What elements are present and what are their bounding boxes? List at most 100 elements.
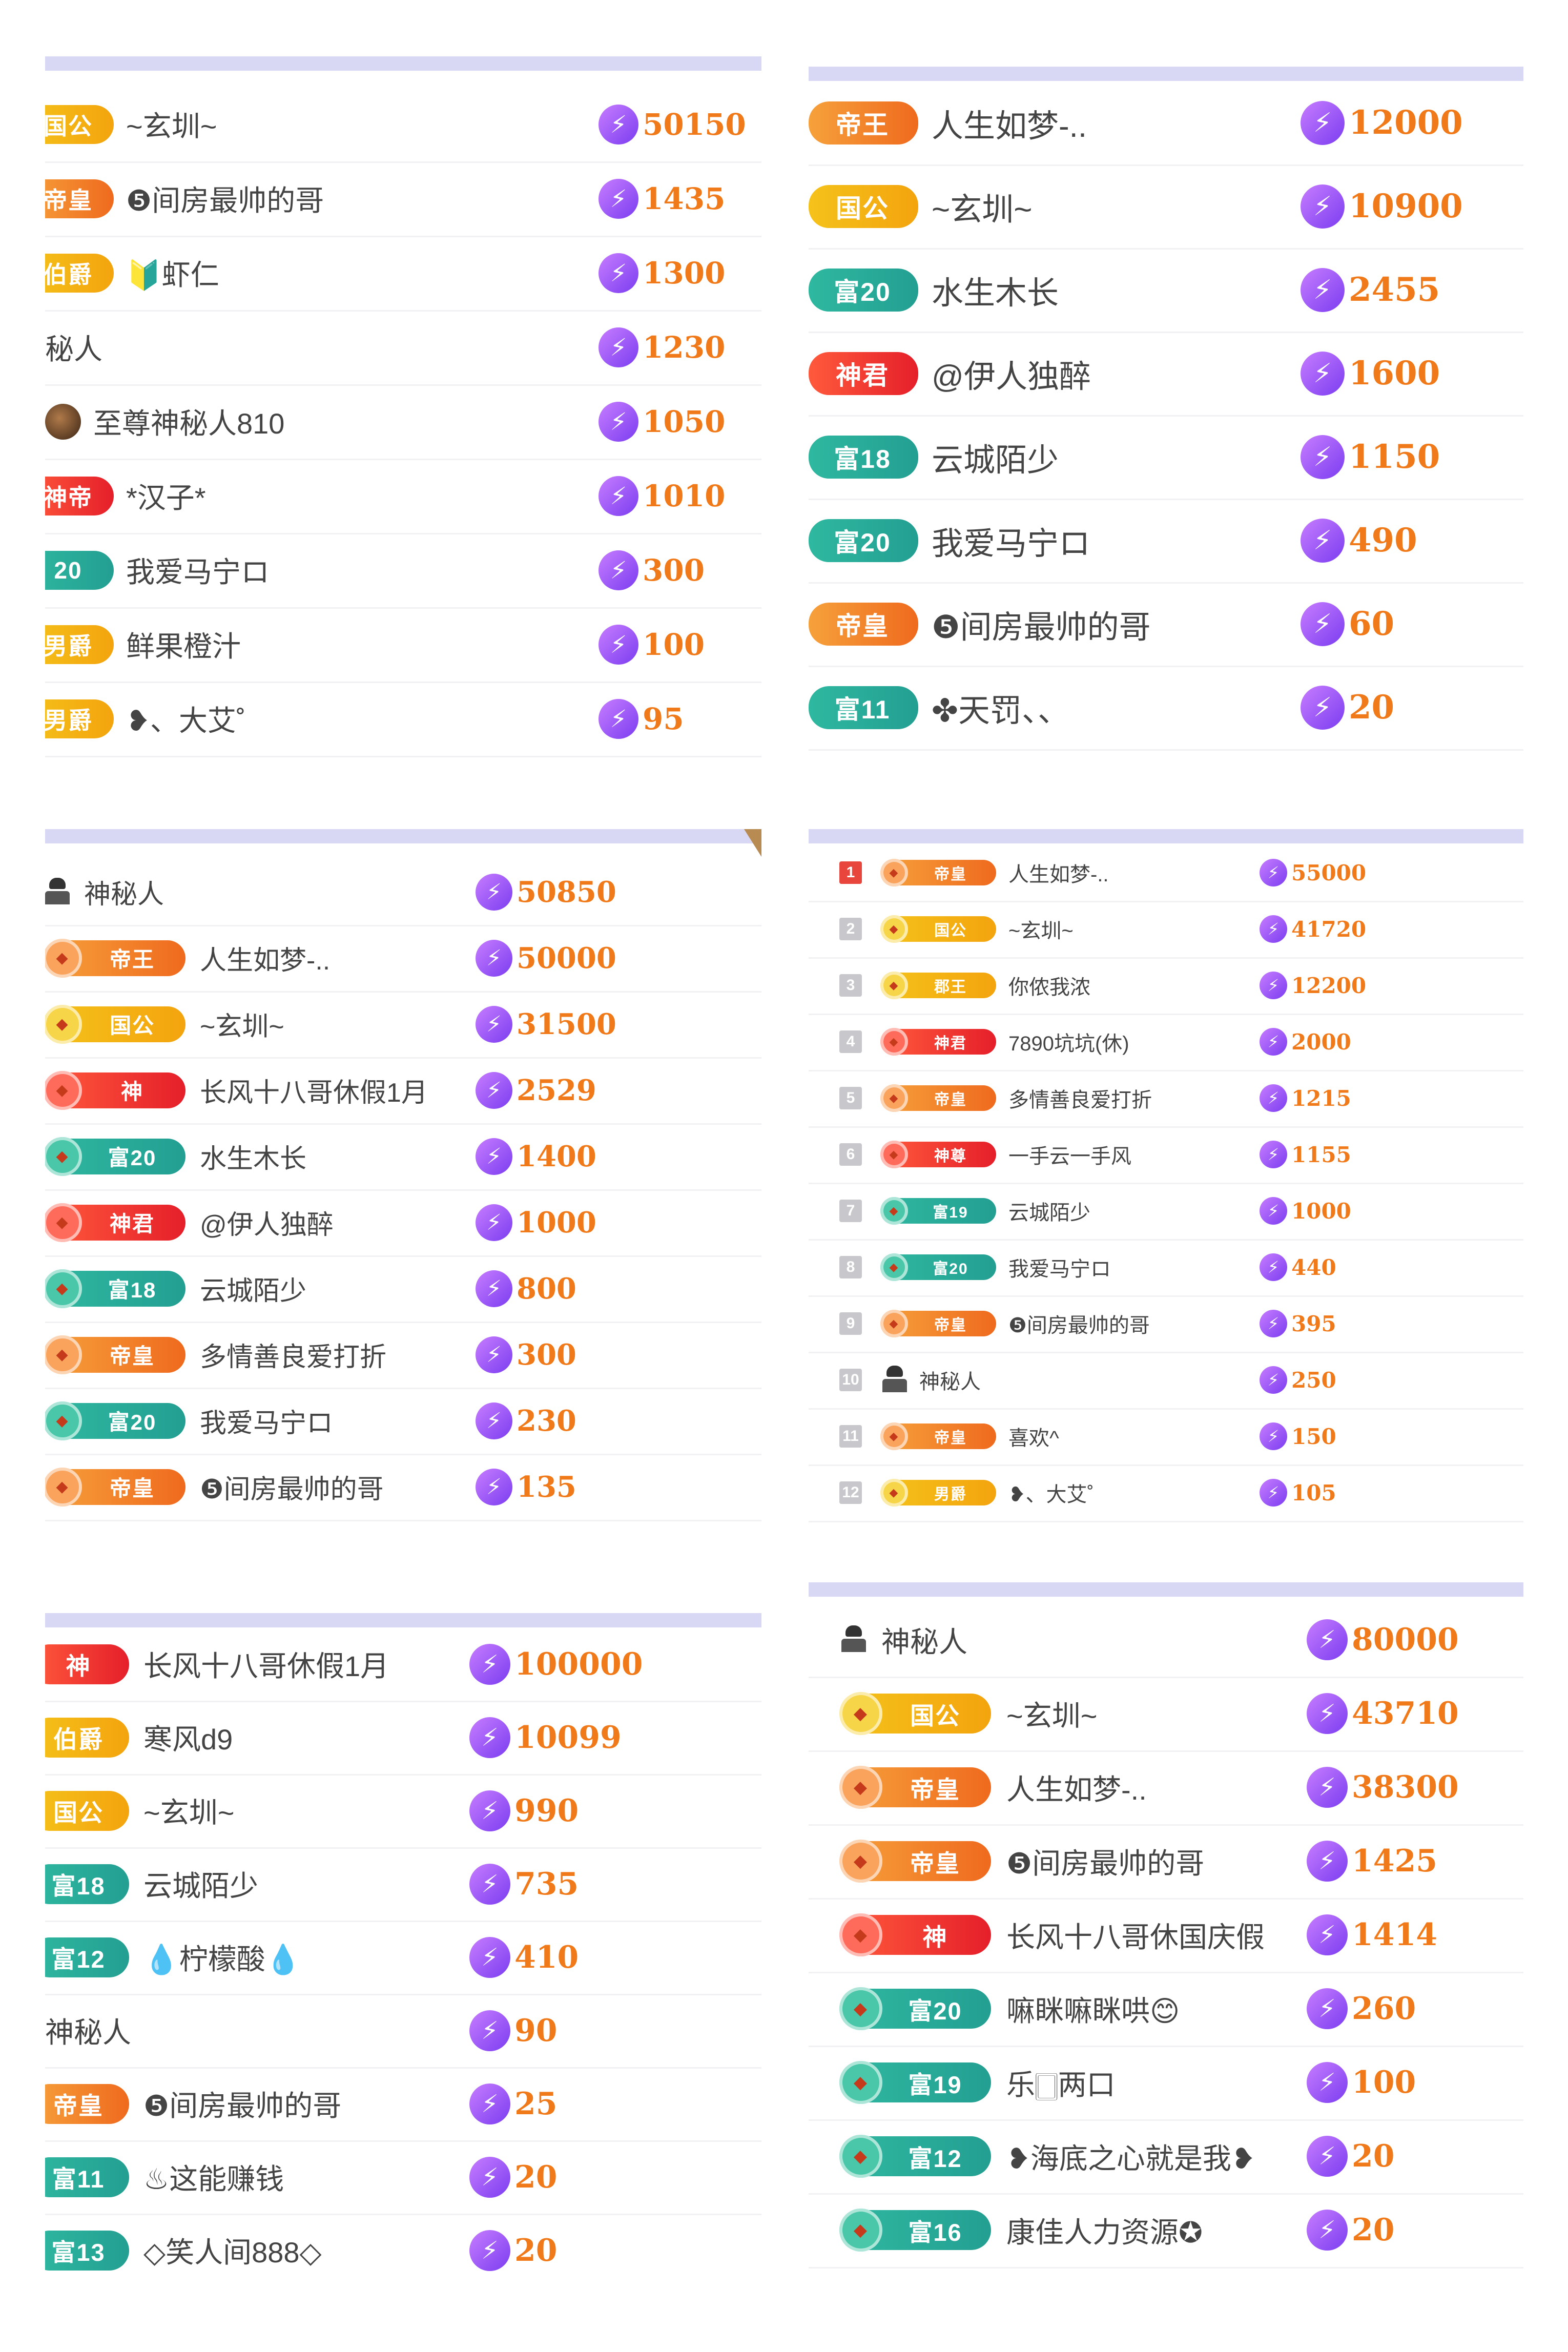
leaderboard-row[interactable]: 11 ◆ 帝皇 喜欢^ ⚡ 150 xyxy=(809,1408,1523,1466)
leaderboard-row[interactable]: ◆ 富20 水生木长 ⚡ 1400 xyxy=(45,1123,761,1191)
leaderboard-row[interactable]: ◆ 富20 我爱马宁ロ ⚡ 230 xyxy=(45,1388,761,1455)
leaderboard-row[interactable]: ◆ 神君 @伊人独醉 ⚡ 1000 xyxy=(45,1189,761,1257)
user-name[interactable]: ❺间房最帅的哥 xyxy=(200,1468,384,1506)
leaderboard-row[interactable]: 3 ◆ 郡王 你侬我浓 ⚡ 12200 xyxy=(809,957,1523,1015)
user-name[interactable]: ❥、大艾˚ xyxy=(1008,1478,1094,1508)
leaderboard-panel-4[interactable]: 1 ◆ 帝皇 人生如梦-.. ⚡ 55000 2 ◆ 国公 ~玄圳~ ⚡ 41720 3 ◆ 郡王 你侬我浓 ⚡… xyxy=(809,829,1523,1531)
leaderboard-row[interactable]: 5 ◆ 帝皇 多情善良爱打折 ⚡ 1215 xyxy=(809,1070,1523,1128)
user-name[interactable]: @伊人独醉 xyxy=(932,350,1091,397)
leaderboard-row[interactable]: ◆ 帝皇 多情善良爱打折 ⚡ 300 xyxy=(45,1322,761,1389)
user-name[interactable]: ~玄圳~ xyxy=(1008,914,1074,944)
user-name[interactable]: 寒风d9 xyxy=(143,1717,233,1758)
user-name[interactable]: ~玄圳~ xyxy=(200,1005,284,1043)
leaderboard-row[interactable]: 神帝 *汉子* ⚡ 1010 xyxy=(45,459,761,534)
user-name[interactable]: ~玄圳~ xyxy=(126,104,217,145)
leaderboard-row[interactable]: ◆ 帝皇 ❺间房最帅的哥 ⚡ 135 xyxy=(45,1454,761,1521)
leaderboard-row[interactable]: 富20 水生木长 ⚡ 2455 xyxy=(809,248,1523,333)
user-name[interactable]: 嘛眯嘛眯哄😊 xyxy=(1006,1988,1180,2030)
user-name[interactable]: ❺间房最帅的哥 xyxy=(1006,1841,1204,1882)
user-name[interactable]: 我爱马宁ロ xyxy=(1008,1252,1111,1282)
leaderboard-row[interactable]: ◆ 富18 云城陌少 ⚡ 800 xyxy=(45,1255,761,1323)
user-name[interactable]: 鲜果橙汁 xyxy=(126,624,241,665)
leaderboard-row[interactable]: 富18 云城陌少 ⚡ 1150 xyxy=(809,415,1523,500)
leaderboard-row[interactable]: 富11 ♨这能赚钱 ⚡ 20 xyxy=(45,2140,761,2215)
user-name[interactable]: 我爱马宁ロ xyxy=(126,549,270,591)
leaderboard-row[interactable]: 神 长风十八哥休假1月 ⚡ 100000 xyxy=(45,1627,761,1702)
leaderboard-row[interactable]: 伯爵 🔰虾仁 ⚡ 1300 xyxy=(45,236,761,312)
leaderboard-row[interactable]: 神秘人 ⚡ 90 xyxy=(45,1994,761,2069)
leaderboard-row[interactable]: 10 神秘人 ⚡ 250 xyxy=(809,1352,1523,1410)
leaderboard-row[interactable]: ◆ 帝王 人生如梦-.. ⚡ 50000 xyxy=(45,925,761,993)
leaderboard-row[interactable]: 8 ◆ 富20 我爱马宁ロ ⚡ 440 xyxy=(809,1239,1523,1297)
user-name[interactable]: 神秘人 xyxy=(45,2010,131,2051)
user-name[interactable]: 神秘人 xyxy=(84,873,164,911)
leaderboard-row[interactable]: ◆ 国公 ~玄圳~ ⚡ 31500 xyxy=(45,991,761,1059)
user-name[interactable]: 水生木长 xyxy=(932,267,1059,313)
user-name[interactable]: 我爱马宁ロ xyxy=(932,518,1090,564)
leaderboard-row[interactable]: 1 ◆ 帝皇 人生如梦-.. ⚡ 55000 xyxy=(809,844,1523,902)
user-name[interactable]: ♨这能赚钱 xyxy=(143,2156,284,2198)
user-name[interactable]: 长风十八哥休假1月 xyxy=(143,1643,389,1685)
leaderboard-row[interactable]: ◆ 富16 康佳人力资源✪ ⚡ 20 xyxy=(809,2193,1523,2268)
user-name[interactable]: 康佳人力资源✪ xyxy=(1006,2210,1203,2251)
user-name[interactable]: ❺间房最帅的哥 xyxy=(126,178,324,219)
leaderboard-row[interactable]: 国公 ~玄圳~ ⚡ 10900 xyxy=(809,164,1523,250)
leaderboard-panel-6[interactable]: 神秘人 ⚡ 80000 ◆ 国公 ~玄圳~ ⚡ 43710 ◆ 帝皇 人生如梦-.. ⚡ 38300 ◆ 帝… xyxy=(809,1582,1523,2300)
user-name[interactable]: 人生如梦-.. xyxy=(1006,1767,1147,1808)
user-name[interactable]: 神秘人 xyxy=(919,1365,981,1395)
user-name[interactable]: ❺间房最帅的哥 xyxy=(1008,1309,1150,1338)
leaderboard-row[interactable]: ◆ 神长风十八哥休国庆假 ⚡ 1414 xyxy=(809,1898,1523,1973)
leaderboard-panel-5[interactable]: 神长风十八哥休假1月 ⚡ 100000 伯爵 寒风d9 ⚡ 10099 国公 ~玄圳~ ⚡ 990 富… xyxy=(45,1613,761,2279)
leaderboard-row[interactable]: 富12 💧柠檬酸💧 ⚡ 410 xyxy=(45,1921,761,1995)
leaderboard-row[interactable]: 9 ◆ 帝皇 ❺间房最帅的哥 ⚡ 395 xyxy=(809,1295,1523,1353)
user-name[interactable]: 秘人 xyxy=(45,326,102,368)
leaderboard-row[interactable]: 富11 ✤天罚、、 ⚡ 20 xyxy=(809,666,1523,751)
leaderboard-row[interactable]: 国公 ~玄圳~ ⚡ 990 xyxy=(45,1774,761,1849)
leaderboard-row[interactable]: 男爵 鲜果橙汁 ⚡ 100 xyxy=(45,607,761,683)
user-name[interactable]: 水生木长 xyxy=(200,1137,306,1175)
user-name[interactable]: 我爱马宁ロ xyxy=(200,1401,333,1440)
user-name[interactable]: 云城陌少 xyxy=(200,1269,306,1308)
leaderboard-row[interactable]: 帝皇 ❺间房最帅的哥 ⚡ 60 xyxy=(809,582,1523,667)
user-name[interactable]: ❥海底之心就是我❥ xyxy=(1006,2136,1255,2177)
user-name[interactable]: 长风十八哥休国庆假 xyxy=(1006,1914,1265,1956)
leaderboard-row[interactable]: 帝王 人生如梦-.. ⚡ 12000 xyxy=(809,81,1523,166)
leaderboard-row[interactable]: 秘人 ⚡ 1230 xyxy=(45,310,761,386)
leaderboard-row[interactable]: 神秘人 ⚡ 50850 xyxy=(45,859,761,926)
leaderboard-row[interactable]: 7 ◆ 富19 云城陌少 ⚡ 1000 xyxy=(809,1183,1523,1241)
leaderboard-row[interactable]: ◆ 帝皇 ❺间房最帅的哥 ⚡ 1425 xyxy=(809,1824,1523,1900)
user-name[interactable]: 云城陌少 xyxy=(143,1863,258,1905)
leaderboard-row[interactable]: 20 我爱马宁ロ ⚡ 300 xyxy=(45,533,761,609)
user-name[interactable]: 🔰虾仁 xyxy=(126,252,219,294)
user-name[interactable]: 喜欢^ xyxy=(1008,1421,1059,1451)
user-name[interactable]: 一手云一手风 xyxy=(1008,1140,1131,1169)
leaderboard-row[interactable]: 伯爵 寒风d9 ⚡ 10099 xyxy=(45,1701,761,1776)
leaderboard-row[interactable]: 帝皇 ❺间房最帅的哥 ⚡ 1435 xyxy=(45,161,761,237)
user-name[interactable]: 神秘人 xyxy=(881,1619,967,1661)
user-name[interactable]: ~玄圳~ xyxy=(1006,1693,1097,1735)
user-name[interactable]: 人生如梦-.. xyxy=(200,939,330,977)
user-name[interactable]: ✤天罚、、 xyxy=(932,685,1069,731)
user-name[interactable]: 人生如梦-.. xyxy=(1008,858,1109,888)
user-name[interactable]: ◇笑人间888◇ xyxy=(143,2230,322,2271)
user-name[interactable]: 长风十八哥休假1月 xyxy=(200,1071,428,1109)
user-name[interactable]: ❥、大艾˚ xyxy=(126,698,246,739)
leaderboard-row[interactable]: 神君 @伊人独醉 ⚡ 1600 xyxy=(809,332,1523,417)
user-name[interactable]: 多情善良爱打折 xyxy=(1008,1083,1152,1113)
leaderboard-row[interactable]: 富13 ◇笑人间888◇ ⚡ 20 xyxy=(45,2214,761,2279)
user-name[interactable]: 云城陌少 xyxy=(932,434,1059,480)
leaderboard-row[interactable]: ◆ 富20 嘛眯嘛眯哄😊 ⚡ 260 xyxy=(809,1972,1523,2047)
leaderboard-panel-2[interactable]: 帝王 人生如梦-.. ⚡ 12000 国公 ~玄圳~ ⚡ 10900 富20 水生木长 ⚡ 2455 神… xyxy=(809,67,1523,779)
user-name[interactable]: 云城陌少 xyxy=(1008,1196,1090,1226)
user-name[interactable]: ❺间房最帅的哥 xyxy=(932,601,1151,647)
user-name[interactable]: 人生如梦-.. xyxy=(932,100,1087,146)
user-name[interactable]: @伊人独醉 xyxy=(200,1203,334,1242)
leaderboard-panel-1[interactable]: 国公 ~玄圳~ ⚡ 50150 帝皇 ❺间房最帅的哥 ⚡ 1435 伯爵 🔰虾仁 ⚡ 1300 秘人 ⚡ 1… xyxy=(45,56,761,774)
user-name[interactable]: 乐🀆两口 xyxy=(1006,2062,1116,2103)
leaderboard-row[interactable]: 男爵 ❥、大艾˚ ⚡ 95 xyxy=(45,682,761,757)
leaderboard-row[interactable]: 至尊神秘人810 ⚡ 1050 xyxy=(45,384,761,460)
leaderboard-row[interactable]: 6 ◆ 神尊 一手云一手风 ⚡ 1155 xyxy=(809,1126,1523,1184)
leaderboard-row[interactable]: ◆ 国公 ~玄圳~ ⚡ 43710 xyxy=(809,1677,1523,1752)
user-name[interactable]: ~玄圳~ xyxy=(932,183,1032,230)
leaderboard-row[interactable]: ◆ 富12 ❥海底之心就是我❥ ⚡ 20 xyxy=(809,2119,1523,2195)
